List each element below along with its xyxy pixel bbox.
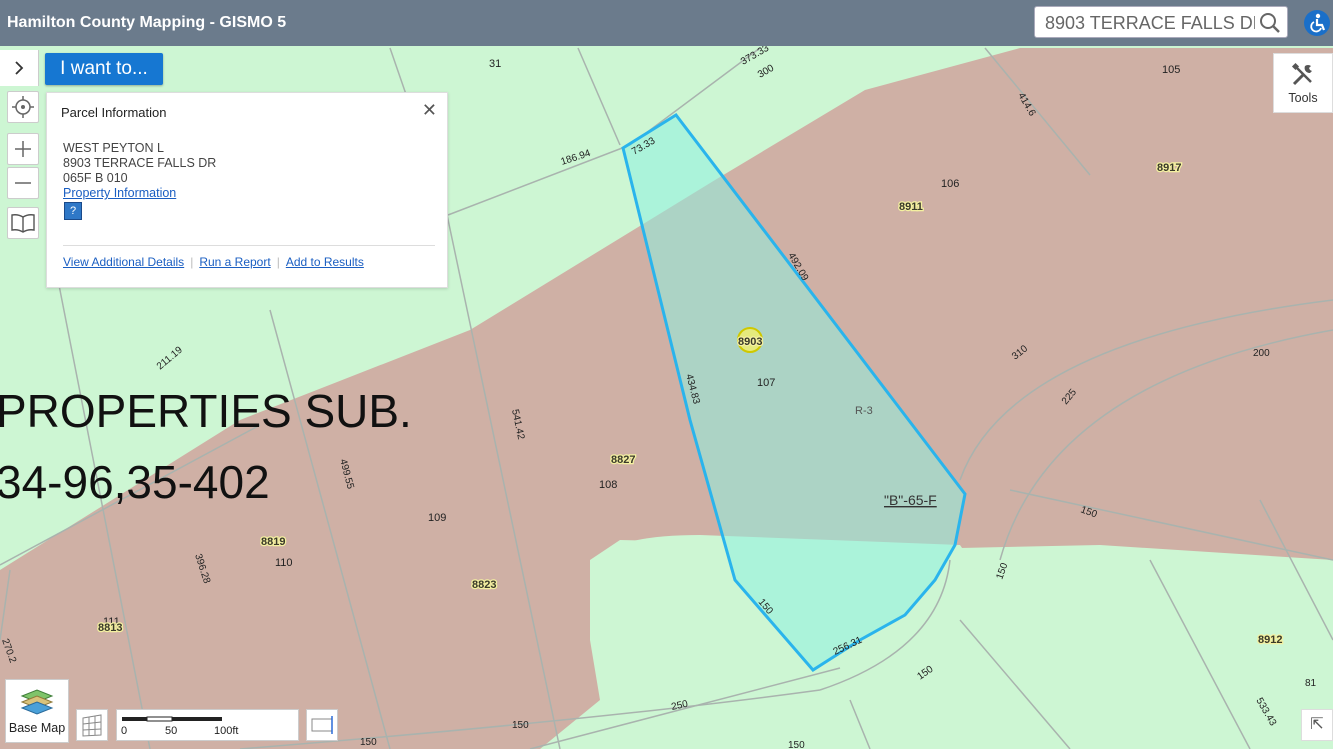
view-details-link[interactable]: View Additional Details — [63, 255, 184, 269]
lot-number: 107 — [757, 377, 775, 389]
dim-label: 150 — [360, 737, 377, 748]
dim-label: 81 — [1305, 678, 1317, 689]
scale-label-0: 0 — [121, 725, 128, 737]
subdivision-label: PROPERTIES SUB. — [0, 385, 412, 437]
scale-select-button[interactable] — [306, 709, 338, 741]
base-map-icon — [20, 689, 54, 715]
scale-bar: 0 50 100ft — [116, 709, 299, 741]
parcel-info-popup: Parcel Information ✕ WEST PEYTON L 8903 … — [46, 92, 448, 288]
lot-number: 106 — [941, 178, 959, 190]
crosshair-icon — [12, 96, 34, 118]
scale-graphic — [122, 716, 222, 722]
address-label: 8912 — [1258, 634, 1282, 646]
address-label: 8911 — [899, 201, 923, 213]
parcel-id: 065F B 010 — [63, 171, 128, 185]
subdivision-plat-label: 34-96,35-402 — [0, 456, 270, 508]
help-icon[interactable]: ? — [64, 202, 82, 220]
dim-label: 200 — [1253, 348, 1270, 359]
lot-number: 108 — [599, 479, 617, 491]
zoning-label: R-3 — [855, 405, 873, 417]
book-icon — [11, 214, 35, 233]
lot-number: 110 — [275, 557, 293, 569]
address-label: 8917 — [1157, 162, 1181, 174]
grid-icon — [82, 714, 102, 737]
zoom-in-button[interactable] — [7, 133, 39, 165]
search-box[interactable] — [1034, 6, 1288, 38]
lot-number: 109 — [428, 512, 446, 524]
i-want-to-button[interactable]: I want to... — [45, 53, 163, 85]
search-input[interactable] — [1043, 11, 1257, 35]
dim-label: 150 — [788, 740, 805, 749]
expand-panel-button[interactable] — [0, 50, 39, 86]
dim-label: 150 — [512, 720, 529, 731]
bookmarks-button[interactable] — [7, 207, 39, 239]
dim-label: 186.94 — [560, 148, 593, 168]
app-title: Hamilton County Mapping - GISMO 5 — [7, 14, 287, 31]
scale-select-icon — [311, 716, 333, 734]
dim-label: 300 — [756, 63, 776, 81]
arrow-up-left-icon: ⇱ — [1310, 716, 1324, 733]
popup-title: Parcel Information — [61, 105, 167, 120]
chevron-right-icon — [15, 61, 24, 75]
scale-label-100: 100ft — [214, 725, 239, 737]
plus-icon — [15, 141, 31, 157]
tools-button[interactable]: Tools — [1273, 53, 1333, 113]
lot-number: 31 — [489, 58, 501, 70]
base-map-button[interactable]: Base Map — [5, 679, 69, 743]
accessibility-icon[interactable] — [1304, 10, 1330, 36]
dim-label: 211.19 — [155, 344, 185, 372]
run-report-link[interactable]: Run a Report — [199, 255, 270, 269]
lot-number: 105 — [1162, 64, 1180, 76]
locate-button[interactable] — [7, 91, 39, 123]
tools-label: Tools — [1288, 91, 1318, 105]
close-icon[interactable]: ✕ — [422, 100, 437, 121]
scale-label-50: 50 — [165, 725, 178, 737]
plat-label: "B"-65-F — [884, 492, 937, 508]
add-to-results-link[interactable]: Add to Results — [286, 255, 364, 269]
popup-divider — [63, 245, 435, 246]
property-info-link[interactable]: Property Information — [63, 186, 176, 200]
header-bar: Hamilton County Mapping - GISMO 5 — [0, 0, 1333, 46]
address-label: 8823 — [472, 579, 496, 591]
popup-actions: View Additional Details | Run a Report | Add… — [63, 255, 364, 269]
zoom-out-button[interactable] — [7, 167, 39, 199]
dim-label: 533.43 — [1253, 696, 1278, 728]
minus-icon — [15, 182, 31, 184]
address-label: 8827 — [611, 454, 635, 466]
address-label: 8819 — [261, 536, 285, 548]
tools-icon — [1291, 62, 1312, 86]
collapse-corner-button[interactable]: ⇱ — [1301, 709, 1333, 741]
address-label: 8813 — [98, 622, 122, 634]
search-icon[interactable] — [1259, 12, 1281, 34]
base-map-label: Base Map — [8, 721, 66, 735]
dim-label: 150 — [994, 561, 1010, 581]
owner-name: WEST PEYTON L — [63, 141, 164, 155]
address-label: 8903 — [738, 336, 762, 348]
grid-toggle-button[interactable] — [76, 709, 108, 741]
parcel-address: 8903 TERRACE FALLS DR — [63, 156, 217, 170]
